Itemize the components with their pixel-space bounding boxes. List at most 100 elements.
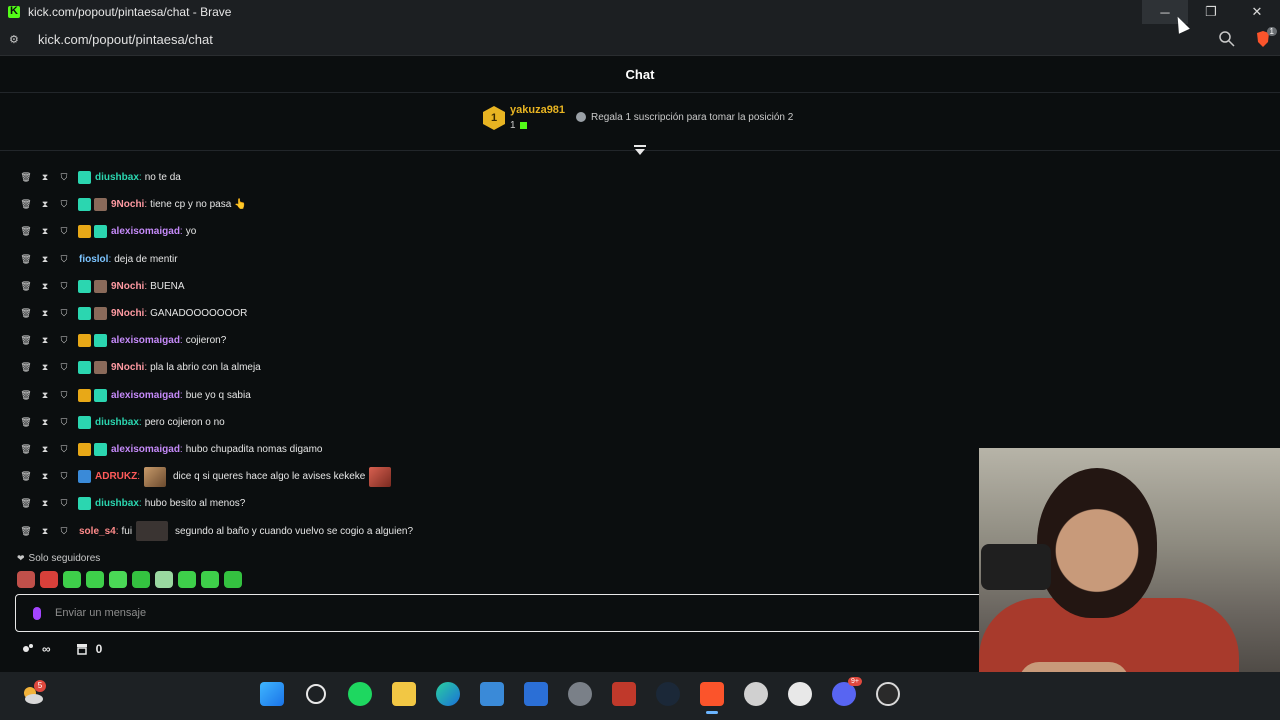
chat-username[interactable]: fioslol bbox=[79, 254, 108, 265]
close-button[interactable]: ✕ bbox=[1234, 0, 1280, 24]
delete-icon[interactable]: 🗑 bbox=[20, 498, 31, 510]
chat-message: 🗑 ⧗ ⛉ alexisomaigad: bue yo q sabia bbox=[0, 382, 980, 409]
chat-username[interactable]: alexisomaigad bbox=[111, 444, 180, 455]
ban-icon[interactable]: ⛉ bbox=[59, 443, 69, 455]
ban-icon[interactable]: ⛉ bbox=[59, 362, 69, 374]
timeout-icon[interactable]: ⧗ bbox=[40, 471, 50, 483]
streaming-app-icon[interactable] bbox=[744, 682, 768, 706]
delete-icon[interactable]: 🗑 bbox=[20, 199, 31, 211]
chat-message-input[interactable] bbox=[55, 607, 935, 619]
delete-icon[interactable]: 🗑 bbox=[20, 471, 31, 483]
ban-icon[interactable]: ⛉ bbox=[59, 308, 69, 320]
delete-icon[interactable]: 🗑 bbox=[20, 335, 31, 347]
delete-icon[interactable]: 🗑 bbox=[20, 172, 31, 184]
chat-username[interactable]: alexisomaigad bbox=[111, 390, 180, 401]
delete-icon[interactable]: 🗑 bbox=[20, 308, 31, 320]
ban-icon[interactable]: ⛉ bbox=[59, 253, 69, 265]
chat-username[interactable]: 9Nochi bbox=[111, 199, 144, 210]
ban-icon[interactable]: ⛉ bbox=[59, 172, 69, 184]
delete-icon[interactable]: 🗑 bbox=[20, 389, 31, 401]
ban-icon[interactable]: ⛉ bbox=[59, 280, 69, 292]
search-icon[interactable] bbox=[306, 684, 326, 704]
chat-username[interactable]: diushbax bbox=[95, 172, 139, 183]
chat-message: 🗑 ⧗ ⛉ alexisomaigad: yo bbox=[0, 218, 980, 245]
username-separator: : bbox=[144, 362, 148, 374]
skull-app-icon[interactable] bbox=[788, 682, 812, 706]
ban-icon[interactable]: ⛉ bbox=[59, 335, 69, 347]
store-indicator[interactable]: 0 bbox=[76, 642, 103, 656]
chat-username[interactable]: 9Nochi bbox=[111, 281, 144, 292]
delete-icon[interactable]: 🗑 bbox=[20, 253, 31, 265]
delete-icon[interactable]: 🗑 bbox=[20, 226, 31, 238]
quick-emote[interactable] bbox=[86, 571, 104, 588]
ban-icon[interactable]: ⛉ bbox=[59, 416, 69, 428]
delete-icon[interactable]: 🗑 bbox=[20, 443, 31, 455]
file-explorer-icon[interactable] bbox=[392, 682, 416, 706]
edge-icon[interactable] bbox=[436, 682, 460, 706]
chat-message-text: BUENA bbox=[150, 280, 185, 292]
ban-icon[interactable]: ⛉ bbox=[59, 498, 69, 510]
points-indicator[interactable]: ∞ bbox=[22, 642, 51, 656]
quick-emote[interactable] bbox=[132, 571, 150, 588]
brave-icon[interactable] bbox=[700, 682, 724, 714]
delete-icon[interactable]: 🗑 bbox=[20, 525, 31, 537]
brave-shields-icon[interactable]: 1 bbox=[1254, 27, 1277, 48]
discord-icon[interactable]: 9+ bbox=[832, 677, 862, 706]
username-separator: : bbox=[144, 199, 148, 211]
timeout-icon[interactable]: ⧗ bbox=[40, 389, 50, 401]
leaderboard-promo[interactable]: Regala 1 suscripción para tomar la posic… bbox=[591, 112, 793, 123]
store-count: 0 bbox=[95, 642, 103, 656]
delete-icon[interactable]: 🗑 bbox=[20, 362, 31, 374]
timeout-icon[interactable]: ⧗ bbox=[40, 525, 50, 537]
windows-start-icon[interactable] bbox=[260, 682, 284, 706]
microsoft-store-icon[interactable] bbox=[480, 682, 504, 706]
quick-emote[interactable] bbox=[224, 571, 242, 588]
ban-icon[interactable]: ⛉ bbox=[59, 525, 69, 537]
zoom-icon[interactable] bbox=[1218, 30, 1236, 48]
timeout-icon[interactable]: ⧗ bbox=[40, 199, 50, 211]
timeout-icon[interactable]: ⧗ bbox=[40, 308, 50, 320]
ban-icon[interactable]: ⛉ bbox=[59, 199, 69, 211]
timeout-icon[interactable]: ⧗ bbox=[40, 280, 50, 292]
timeout-icon[interactable]: ⧗ bbox=[40, 416, 50, 428]
chat-username[interactable]: diushbax bbox=[95, 498, 139, 509]
delete-icon[interactable]: 🗑 bbox=[20, 280, 31, 292]
chat-username[interactable]: ADRUKZ bbox=[95, 471, 137, 482]
spotify-icon[interactable] bbox=[348, 682, 372, 706]
scroll-to-bottom-icon[interactable] bbox=[633, 144, 647, 156]
timeout-icon[interactable]: ⧗ bbox=[40, 253, 50, 265]
chat-username[interactable]: 9Nochi bbox=[111, 362, 144, 373]
delete-icon[interactable]: 🗑 bbox=[20, 416, 31, 428]
voicemeeter-icon[interactable] bbox=[612, 682, 636, 706]
quick-emote[interactable] bbox=[109, 571, 127, 588]
quick-emote[interactable] bbox=[40, 571, 58, 588]
quick-emote[interactable] bbox=[201, 571, 219, 588]
timeout-icon[interactable]: ⧗ bbox=[40, 498, 50, 510]
chat-username[interactable]: alexisomaigad bbox=[111, 335, 180, 346]
leaderboard-username[interactable]: yakuza981 bbox=[510, 104, 565, 116]
site-settings-icon[interactable]: ⚙ bbox=[9, 33, 23, 46]
restore-button[interactable]: ❐ bbox=[1188, 0, 1234, 24]
steam-icon[interactable] bbox=[656, 682, 680, 706]
chat-username[interactable]: diushbax bbox=[95, 417, 139, 428]
chat-username[interactable]: sole_s4 bbox=[79, 526, 116, 537]
microphone-icon[interactable] bbox=[33, 606, 41, 620]
url-field[interactable]: kick.com/popout/pintaesa/chat bbox=[38, 32, 213, 47]
settings-icon[interactable] bbox=[568, 682, 592, 706]
mail-icon[interactable] bbox=[524, 682, 548, 706]
timeout-icon[interactable]: ⧗ bbox=[40, 226, 50, 238]
ban-icon[interactable]: ⛉ bbox=[59, 226, 69, 238]
quick-emote[interactable] bbox=[17, 571, 35, 588]
timeout-icon[interactable]: ⧗ bbox=[40, 335, 50, 347]
chat-username[interactable]: alexisomaigad bbox=[111, 226, 180, 237]
timeout-icon[interactable]: ⧗ bbox=[40, 362, 50, 374]
quick-emote[interactable] bbox=[63, 571, 81, 588]
quick-emote[interactable] bbox=[155, 571, 173, 588]
ban-icon[interactable]: ⛉ bbox=[59, 471, 69, 483]
quick-emote[interactable] bbox=[178, 571, 196, 588]
chat-username[interactable]: 9Nochi bbox=[111, 308, 144, 319]
obs-icon[interactable] bbox=[876, 682, 900, 706]
timeout-icon[interactable]: ⧗ bbox=[40, 443, 50, 455]
timeout-icon[interactable]: ⧗ bbox=[40, 172, 50, 184]
ban-icon[interactable]: ⛉ bbox=[59, 389, 69, 401]
